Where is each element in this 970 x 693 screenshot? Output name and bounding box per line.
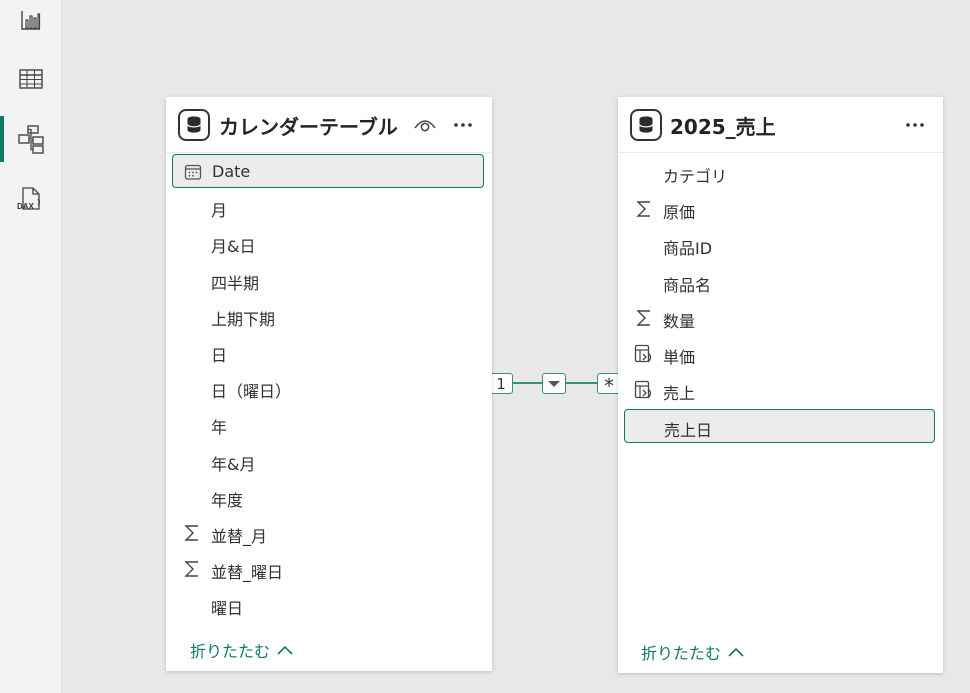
field-row[interactable]: 単価 <box>624 337 935 371</box>
field-row[interactable]: 月&日 <box>172 226 484 260</box>
field-row[interactable]: 並替_月 <box>172 516 484 550</box>
model-view-button[interactable] <box>0 114 61 164</box>
field-row[interactable]: カテゴリ <box>624 156 935 190</box>
table-view-button[interactable] <box>0 54 61 104</box>
field-row[interactable]: 月 <box>172 190 484 224</box>
field-label: Date <box>212 162 251 181</box>
field-row[interactable]: 数量 <box>624 301 935 335</box>
field-label: 売上日 <box>664 421 713 441</box>
calendar-table-title: カレンダーテーブル <box>219 115 398 139</box>
field-row[interactable]: 売上 <box>624 373 935 407</box>
collapse-label: 折りたたむ <box>190 642 271 661</box>
field-label: 商品ID <box>663 239 713 259</box>
field-label: 原価 <box>663 203 696 223</box>
chevron-up-icon <box>277 645 293 655</box>
visibility-button[interactable] <box>413 113 437 137</box>
table-database-icon <box>630 109 662 141</box>
collapse-button[interactable]: 折りたたむ <box>641 640 745 664</box>
calendar-icon <box>183 162 203 182</box>
field-row[interactable]: 日 <box>172 335 484 369</box>
sigma-icon <box>634 308 654 328</box>
collapse-label: 折りたたむ <box>641 644 722 663</box>
field-row[interactable]: 並替_曜日 <box>172 552 484 586</box>
field-row[interactable]: 日（曜日） <box>172 371 484 405</box>
calendar-table-header[interactable]: カレンダーテーブル <box>166 97 492 153</box>
field-label: 並替_月 <box>211 527 268 546</box>
more-horizontal-icon <box>906 123 924 127</box>
chevron-up-icon <box>728 647 744 657</box>
field-label: 月 <box>211 201 228 221</box>
field-row[interactable]: Date <box>172 154 484 188</box>
svg-text:DAX: DAX <box>17 202 35 211</box>
cardinality-one-label: 1 <box>496 374 506 393</box>
field-row[interactable]: 商品名 <box>624 265 935 299</box>
more-horizontal-icon <box>454 123 472 127</box>
grid-table-icon <box>18 69 43 89</box>
field-label: 売上 <box>663 384 696 404</box>
field-label: 並替_曜日 <box>211 563 284 583</box>
field-row[interactable]: 売上日 <box>624 409 935 444</box>
dax-query-icon: DAX <box>17 187 40 211</box>
cardinality-one-marker: 1 <box>489 373 513 394</box>
table-database-icon <box>178 109 210 141</box>
field-row[interactable]: 上期下期 <box>172 299 484 333</box>
view-nav-rail: DAX <box>0 0 62 693</box>
field-label: 日（曜日） <box>211 382 292 402</box>
field-row[interactable]: 年 <box>172 407 484 441</box>
sigma-icon <box>634 199 654 219</box>
field-label: 年度 <box>211 490 244 510</box>
model-diagram-icon <box>17 125 44 154</box>
sales-table-title: 2025_売上 <box>670 115 776 139</box>
field-label: 上期下期 <box>211 309 276 329</box>
more-options-button[interactable] <box>451 113 475 137</box>
bar-chart-icon <box>20 11 40 30</box>
report-view-button[interactable] <box>0 0 61 45</box>
field-label: 単価 <box>663 348 696 367</box>
cardinality-many-label: * <box>604 373 614 398</box>
eye-icon <box>414 120 436 132</box>
calculated-column-icon <box>634 380 654 400</box>
field-label: 日 <box>211 346 228 365</box>
field-row[interactable]: 年度 <box>172 480 484 514</box>
field-row[interactable]: 曜日 <box>172 588 484 622</box>
field-label: 年&月 <box>211 454 256 474</box>
field-row[interactable]: 原価 <box>624 192 935 226</box>
field-label: カテゴリ <box>663 167 728 186</box>
sigma-icon <box>182 523 202 543</box>
sigma-icon <box>182 559 202 579</box>
calendar-table-card[interactable]: カレンダーテーブル Date 月月&日四半期上期下期日日（曜日） 年年&月年度並替_… <box>166 97 492 671</box>
field-label: 数量 <box>663 311 696 331</box>
filter-direction-marker[interactable] <box>542 373 566 394</box>
field-label: 曜日 <box>211 599 244 619</box>
field-row[interactable]: 商品ID <box>624 228 935 262</box>
calculated-column-icon <box>634 344 654 364</box>
field-label: 年 <box>211 418 228 438</box>
field-label: 四半期 <box>211 273 260 293</box>
more-options-button[interactable] <box>903 113 927 137</box>
dax-query-view-button[interactable]: DAX <box>0 175 61 225</box>
sales-table-header[interactable]: 2025_売上 <box>618 97 943 153</box>
triangle-down-icon <box>548 380 560 387</box>
field-row[interactable]: 年&月 <box>172 444 484 478</box>
sales-table-card[interactable]: 2025_売上 カテゴリ原価商品ID 商品名数量単価売上売上日 折りたたむ <box>618 97 943 673</box>
field-label: 商品名 <box>663 275 712 295</box>
collapse-button[interactable]: 折りたたむ <box>190 638 294 662</box>
field-label: 月&日 <box>211 237 256 257</box>
field-row[interactable]: 四半期 <box>172 263 484 297</box>
